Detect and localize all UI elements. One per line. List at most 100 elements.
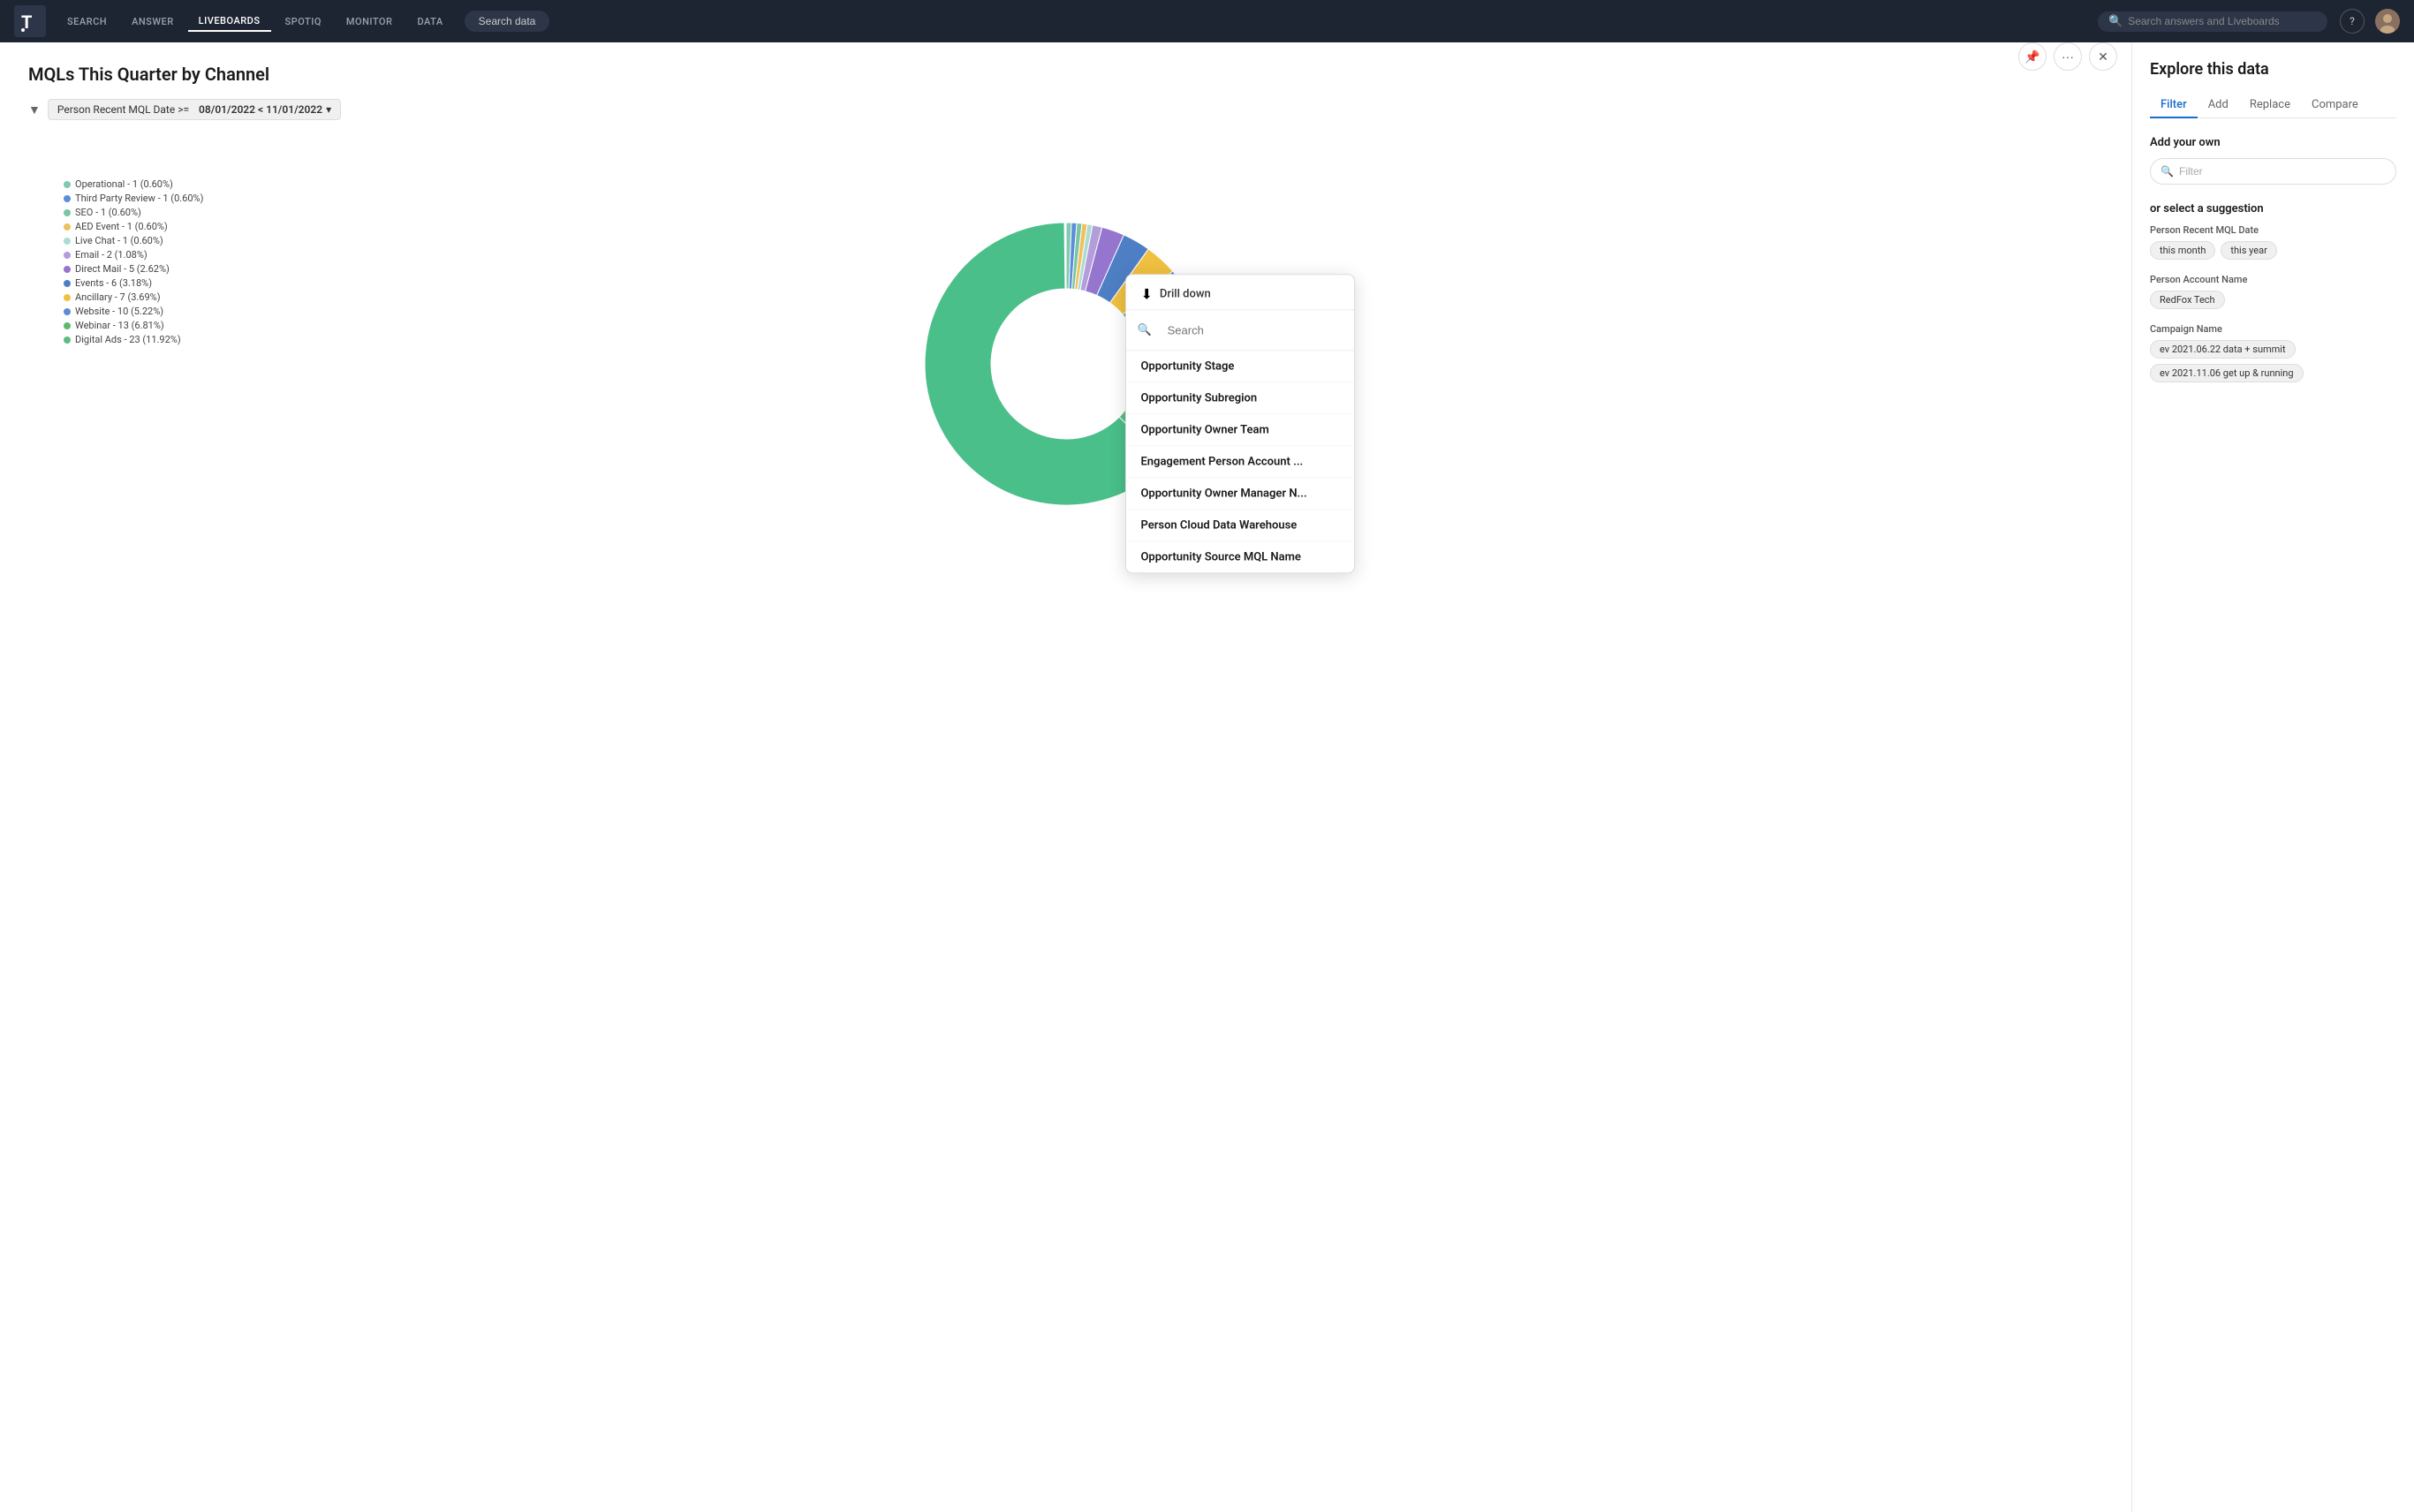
legend-item: AED Event - 1 (0.60%) <box>64 221 203 232</box>
legend-label: Ancillary - 7 (3.69%) <box>75 291 161 303</box>
filter-search-icon: 🔍 <box>2160 165 2174 178</box>
legend-dot <box>64 336 71 344</box>
legend-label: Website - 10 (5.22%) <box>75 306 163 317</box>
nav-liveboards[interactable]: LIVEBOARDS <box>188 11 271 32</box>
suggestion-section: Person Account Name RedFox Tech <box>2150 274 2396 309</box>
legend-item: Ancillary - 7 (3.69%) <box>64 291 203 303</box>
legend-label: SEO - 1 (0.60%) <box>75 207 141 218</box>
suggestions-container: Person Recent MQL Datethis monththis yea… <box>2150 224 2396 382</box>
suggestion-chip[interactable]: RedFox Tech <box>2150 291 2225 309</box>
drill-down-popup: ⬇ Drill down 🔍 Opportunity StageOpportun… <box>1125 274 1355 573</box>
close-button[interactable]: ✕ <box>2089 42 2117 71</box>
legend-item: SEO - 1 (0.60%) <box>64 207 203 218</box>
legend-label: AED Event - 1 (0.60%) <box>75 221 168 232</box>
user-avatar[interactable] <box>2375 9 2400 34</box>
legend-item: Third Party Review - 1 (0.60%) <box>64 193 203 204</box>
drill-down-icon: ⬇ <box>1140 285 1152 302</box>
main-layout: MQLs This Quarter by Channel 📌 ··· ✕ ▼ P… <box>0 42 2414 1512</box>
suggestion-section: Campaign Name ev 2021.06.22 data + summit… <box>2150 323 2396 382</box>
panel-filter-wrap: 🔍 <box>2150 158 2396 185</box>
suggestion-chip[interactable]: this year <box>2221 241 2276 260</box>
legend-label: Operational - 1 (0.60%) <box>75 178 173 190</box>
suggestion-chips: this month this year <box>2150 241 2396 260</box>
panel-tab-compare[interactable]: Compare <box>2301 93 2369 118</box>
legend: Operational - 1 (0.60%) Third Party Revie… <box>64 178 203 345</box>
drill-item[interactable]: Person Cloud Data Warehouse <box>1126 510 1354 541</box>
logo[interactable]: T <box>14 5 46 37</box>
nav-data[interactable]: DATA <box>406 12 453 31</box>
suggestion-label: Person Account Name <box>2150 274 2396 285</box>
legend-dot <box>64 294 71 301</box>
drill-item[interactable]: Opportunity Subregion <box>1126 382 1354 414</box>
search-icon: 🔍 <box>1137 323 1151 336</box>
nav-search[interactable]: SEARCH <box>57 12 117 31</box>
legend-item: Live Chat - 1 (0.60%) <box>64 235 203 246</box>
suggestion-section-title: or select a suggestion <box>2150 202 2396 215</box>
panel-tab-replace[interactable]: Replace <box>2239 93 2301 118</box>
nav-spotiq[interactable]: SPOTIQ <box>275 12 332 31</box>
chart-title-area: MQLs This Quarter by Channel <box>28 64 269 92</box>
drill-item[interactable]: Engagement Person Account ... <box>1126 446 1354 478</box>
suggestion-chip[interactable]: ev 2021.06.22 data + summit <box>2150 340 2296 359</box>
panel-title: Explore this data <box>2150 60 2396 79</box>
panel-filter-input[interactable] <box>2150 158 2396 185</box>
filter-label: Person Recent MQL Date >= <box>57 103 189 116</box>
drill-item[interactable]: Opportunity Stage <box>1126 351 1354 382</box>
legend-label: Third Party Review - 1 (0.60%) <box>75 193 203 204</box>
drill-search-area: 🔍 <box>1126 310 1354 351</box>
filter-icon: ▼ <box>28 102 41 117</box>
legend-label: Events - 6 (3.18%) <box>75 277 152 289</box>
legend-item: Webinar - 13 (6.81%) <box>64 320 203 331</box>
panel-tab-filter[interactable]: Filter <box>2150 93 2198 118</box>
legend-label: Webinar - 13 (6.81%) <box>75 320 164 331</box>
drill-items-list: Opportunity StageOpportunity SubregionOp… <box>1126 351 1354 572</box>
legend-label: Email - 2 (1.08%) <box>75 249 148 261</box>
drill-search-input[interactable] <box>1159 319 1344 341</box>
legend-dot <box>64 181 71 188</box>
legend-dot <box>64 209 71 216</box>
panel-tab-add[interactable]: Add <box>2198 93 2239 118</box>
pin-button[interactable]: 📌 <box>2018 42 2047 71</box>
filter-pill[interactable]: Person Recent MQL Date >= 08/01/2022 < 1… <box>48 99 341 120</box>
drill-item[interactable]: Opportunity Owner Manager N... <box>1126 478 1354 510</box>
global-search-bar[interactable]: 🔍 <box>2098 11 2327 32</box>
suggestion-label: Campaign Name <box>2150 323 2396 335</box>
legend-label: Direct Mail - 5 (2.62%) <box>75 263 170 275</box>
legend-dot <box>64 322 71 329</box>
legend-dot <box>64 308 71 315</box>
suggestion-section: Person Recent MQL Datethis monththis yea… <box>2150 224 2396 260</box>
help-button[interactable]: ? <box>2340 9 2365 34</box>
more-button[interactable]: ··· <box>2054 42 2082 71</box>
filter-dropdown-icon: ▾ <box>326 103 331 116</box>
legend-label: Live Chat - 1 (0.60%) <box>75 235 163 246</box>
filter-bar: ▼ Person Recent MQL Date >= 08/01/2022 <… <box>28 99 2103 120</box>
suggestion-chips: RedFox Tech <box>2150 291 2396 309</box>
legend-dot <box>64 266 71 273</box>
chart-container: Operational - 1 (0.60%) Third Party Revie… <box>28 134 2103 593</box>
suggestion-chip[interactable]: this month <box>2150 241 2215 260</box>
chart-header: MQLs This Quarter by Channel 📌 ··· ✕ <box>28 64 2103 92</box>
search-data-button[interactable]: Search data <box>465 11 550 32</box>
legend-dot <box>64 223 71 231</box>
legend-item: Website - 10 (5.22%) <box>64 306 203 317</box>
legend-dot <box>64 238 71 245</box>
legend-dot <box>64 252 71 259</box>
chart-area: MQLs This Quarter by Channel 📌 ··· ✕ ▼ P… <box>0 42 2131 1512</box>
legend-item: Digital Ads - 23 (11.92%) <box>64 334 203 345</box>
global-search-input[interactable] <box>2128 15 2317 27</box>
legend-item: Email - 2 (1.08%) <box>64 249 203 261</box>
navigation: T SEARCH ANSWER LIVEBOARDS SPOTIQ MONITO… <box>0 0 2414 42</box>
search-icon: 🔍 <box>2108 15 2123 28</box>
panel-section-title: Add your own <box>2150 136 2396 149</box>
panel-content: Add your own 🔍 or select a suggestion Pe… <box>2150 136 2396 1494</box>
legend-item: Operational - 1 (0.60%) <box>64 178 203 190</box>
drill-down-header: ⬇ Drill down <box>1126 275 1354 310</box>
nav-answer[interactable]: ANSWER <box>121 12 185 31</box>
nav-monitor[interactable]: MONITOR <box>336 12 404 31</box>
drill-item[interactable]: Opportunity Source MQL Name <box>1126 541 1354 572</box>
legend-dot <box>64 195 71 202</box>
legend-item: Direct Mail - 5 (2.62%) <box>64 263 203 275</box>
suggestion-chip[interactable]: ev 2021.11.06 get up & running <box>2150 364 2304 382</box>
filter-value: 08/01/2022 < 11/01/2022 <box>199 103 322 116</box>
drill-item[interactable]: Opportunity Owner Team <box>1126 414 1354 446</box>
